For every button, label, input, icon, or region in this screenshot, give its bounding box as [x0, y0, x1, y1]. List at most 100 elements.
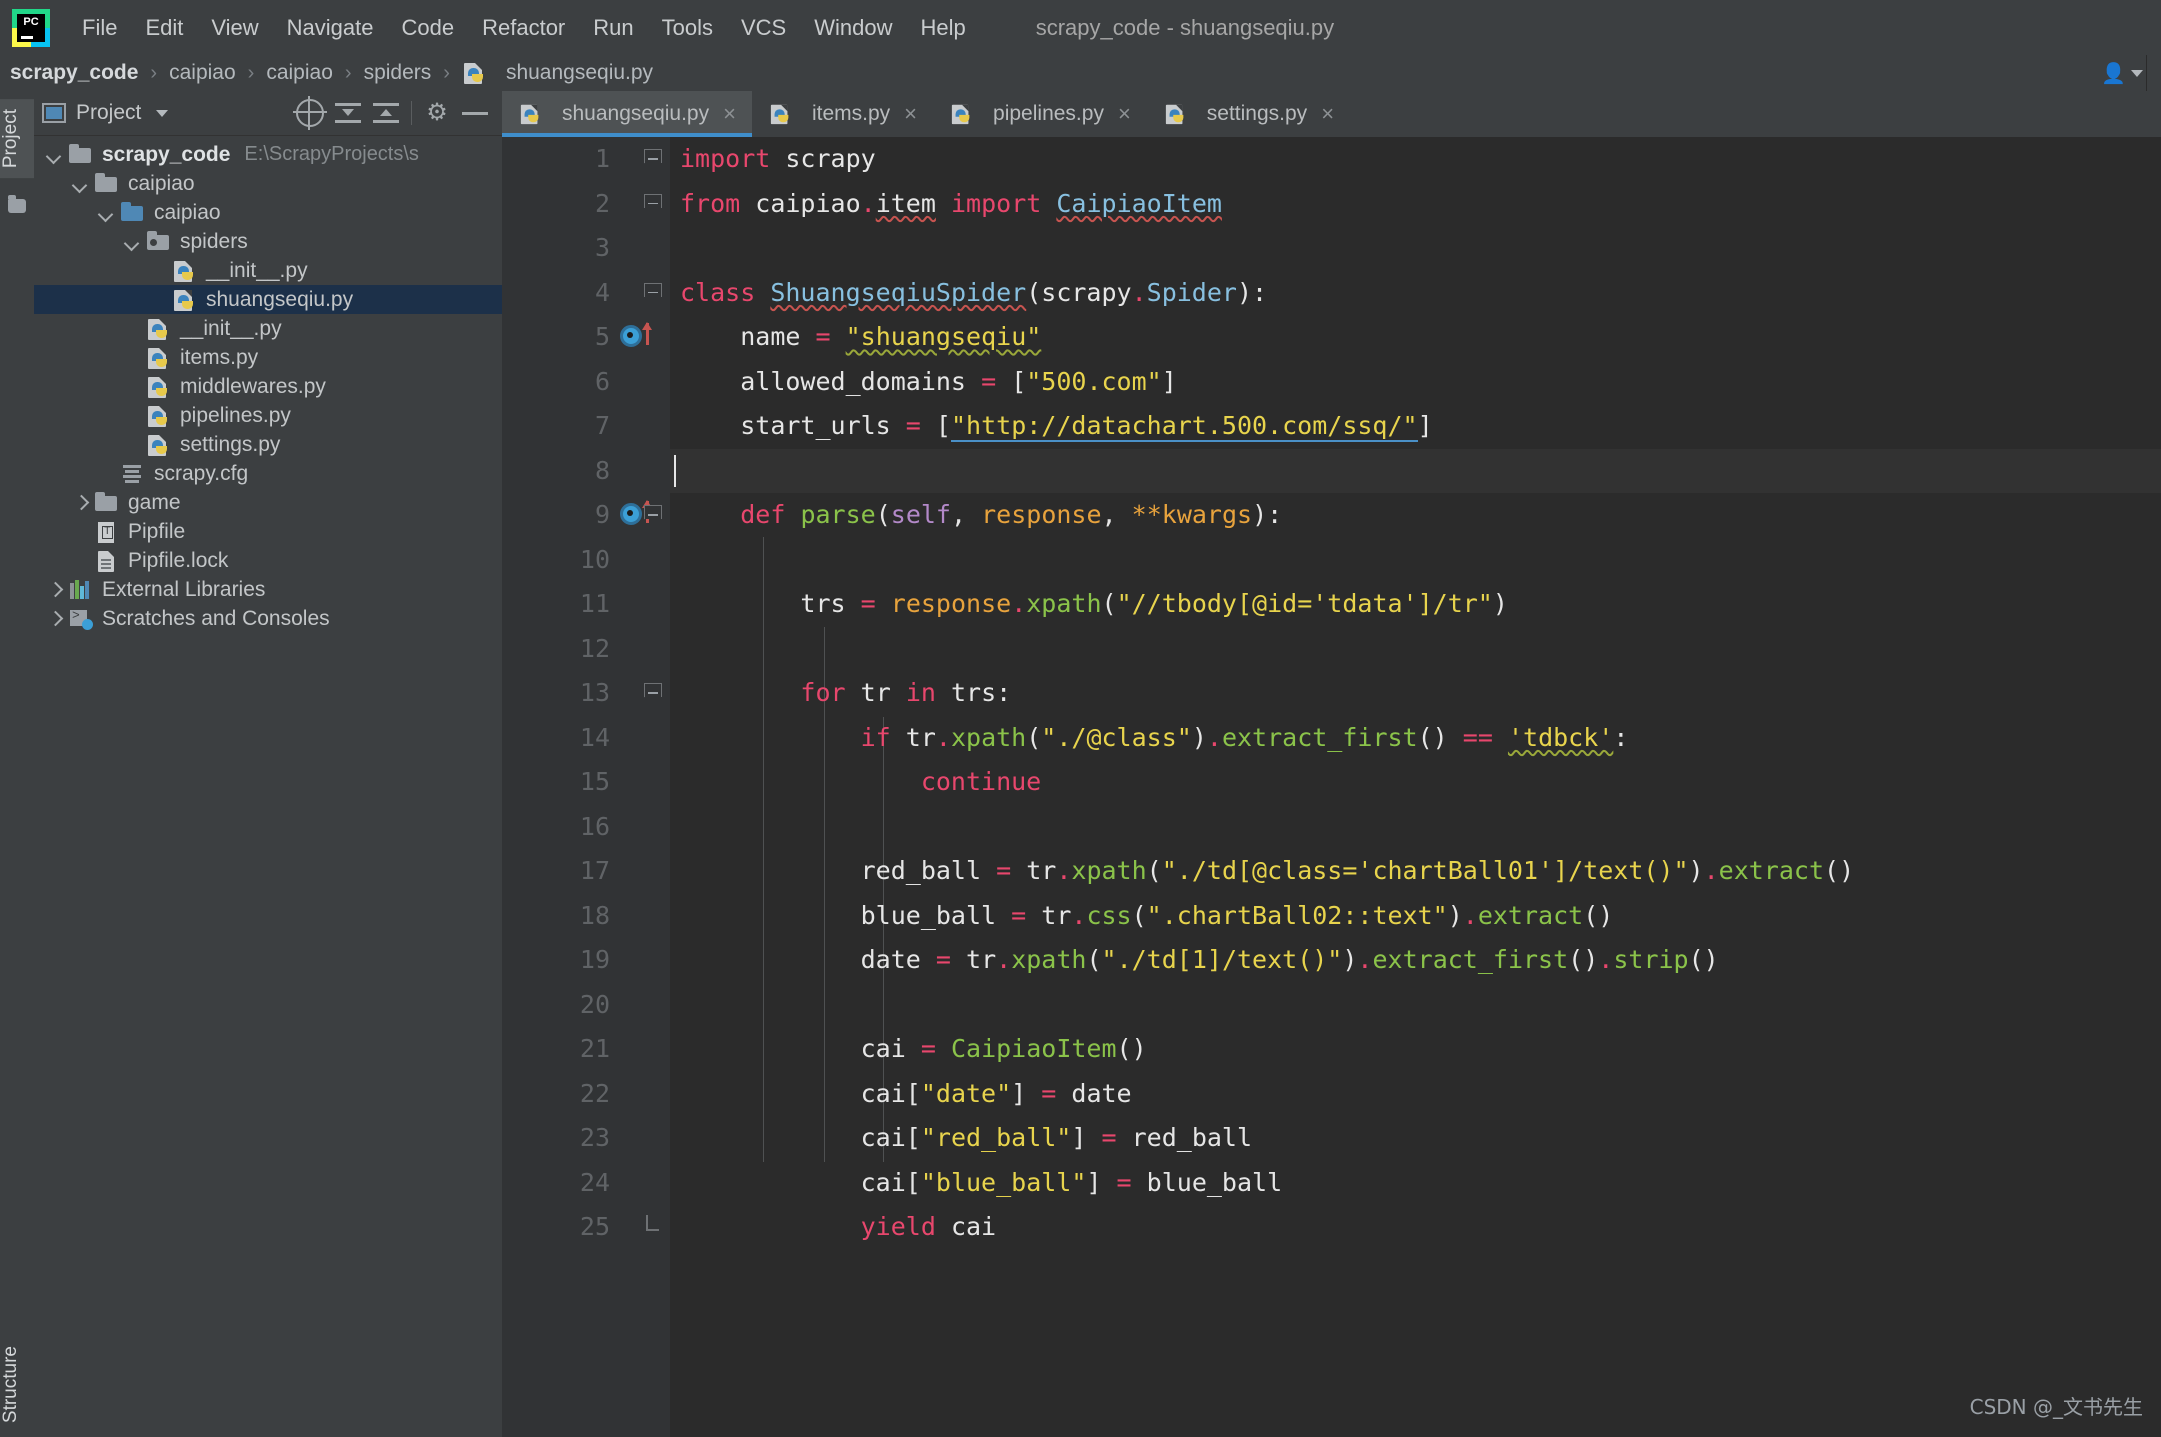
breadcrumb-item-caipiao-1[interactable]: caipiao — [169, 61, 236, 85]
run-gutter-icon[interactable] — [620, 325, 642, 347]
menu-run[interactable]: Run — [579, 11, 647, 45]
tree-item[interactable]: shuangseqiu.py — [34, 285, 502, 314]
close-icon[interactable]: × — [1118, 101, 1131, 127]
tree-item[interactable]: settings.py — [34, 430, 502, 459]
tree-item[interactable]: spiders — [34, 227, 502, 256]
tree-item[interactable]: __init__.py — [34, 314, 502, 343]
breadcrumb-item-file[interactable]: shuangseqiu.py — [462, 61, 653, 85]
menu-tools[interactable]: Tools — [648, 11, 727, 45]
code-line[interactable]: 1 import scrapy — [502, 137, 2161, 182]
menu-refactor[interactable]: Refactor — [468, 11, 579, 45]
code-line[interactable]: 21 cai = CaipiaoItem() — [502, 1027, 2161, 1072]
editor-tab[interactable]: settings.py × — [1147, 91, 1350, 137]
code-editor[interactable]: 1 import scrapy 2 from caipiao.item import … — [502, 137, 2161, 1437]
tree-item[interactable]: scrapy.cfg — [34, 459, 502, 488]
code-line[interactable]: 14 if tr.xpath("./@class").extract_first… — [502, 716, 2161, 761]
gutter-marks — [616, 404, 676, 449]
fold-region-icon[interactable] — [644, 149, 662, 163]
breadcrumb-item-caipiao-2[interactable]: caipiao — [266, 61, 333, 85]
editor-tab[interactable]: pipelines.py × — [933, 91, 1147, 137]
code-line[interactable]: 25 yield cai — [502, 1205, 2161, 1250]
tree-item[interactable]: caipiao — [34, 169, 502, 198]
user-account-icon[interactable]: 👤 — [2101, 61, 2143, 86]
code-line[interactable]: 4 class ShuangseqiuSpider(scrapy.Spider): — [502, 271, 2161, 316]
code-line[interactable]: 8 — [502, 448, 2161, 494]
gutter-marks — [616, 716, 676, 761]
menu-vcs[interactable]: VCS — [727, 11, 800, 45]
code-line[interactable]: 2 from caipiao.item import CaipiaoItem — [502, 182, 2161, 227]
code-line[interactable]: 20 — [502, 983, 2161, 1028]
menu-view[interactable]: View — [197, 11, 272, 45]
breadcrumb-file-label: shuangseqiu.py — [505, 61, 654, 84]
code-line[interactable]: 23 cai["red_ball"] = red_ball — [502, 1116, 2161, 1161]
code-line[interactable]: 7 start_urls = ["http://datachart.500.co… — [502, 404, 2161, 449]
tree-twisty-down-icon[interactable] — [70, 173, 92, 195]
code-line[interactable]: 13 for tr in trs: — [502, 671, 2161, 716]
breadcrumb-separator-icon: › — [150, 61, 158, 84]
tree-twisty-right-icon[interactable] — [70, 492, 92, 514]
tool-tab-structure[interactable]: Structure — [0, 1336, 34, 1433]
editor-tab[interactable]: shuangseqiu.py × — [502, 91, 752, 137]
tree-item[interactable]: External Libraries — [34, 575, 502, 604]
tree-item[interactable]: pipelines.py — [34, 401, 502, 430]
code-line[interactable]: 9 def parse(self, response, **kwargs): — [502, 493, 2161, 538]
locate-file-button[interactable] — [291, 95, 329, 131]
fold-region-icon[interactable] — [644, 193, 662, 208]
tree-twisty-down-icon[interactable] — [96, 202, 118, 224]
close-icon[interactable]: × — [1321, 101, 1334, 127]
tree-item[interactable]: Scratches and Consoles — [34, 604, 502, 633]
menu-file[interactable]: File — [68, 11, 131, 45]
code-line[interactable]: 6 allowed_domains = ["500.com"] — [502, 360, 2161, 405]
menu-edit[interactable]: Edit — [131, 11, 197, 45]
tree-twisty-down-icon[interactable] — [122, 231, 144, 253]
close-icon[interactable]: × — [904, 101, 917, 127]
tool-tab-project[interactable]: Project — [0, 99, 34, 179]
tree-item[interactable]: items.py — [34, 343, 502, 372]
tree-item[interactable]: Pipfile — [34, 517, 502, 546]
collapse-all-button[interactable] — [367, 95, 405, 131]
tree-twisty-down-icon[interactable] — [44, 144, 66, 166]
fold-region-icon[interactable] — [644, 683, 662, 697]
expand-all-button[interactable] — [329, 95, 367, 131]
chevron-down-icon[interactable] — [156, 109, 169, 117]
tree-twisty-right-icon[interactable] — [44, 608, 66, 630]
tree-item[interactable]: middlewares.py — [34, 372, 502, 401]
tree-item[interactable]: Pipfile.lock — [34, 546, 502, 575]
code-line[interactable]: 22 cai["date"] = date — [502, 1072, 2161, 1117]
run-gutter-icon[interactable] — [620, 503, 642, 525]
tree-item[interactable]: __init__.py — [34, 256, 502, 285]
code-line[interactable]: 19 date = tr.xpath("./td[1]/text()").ext… — [502, 938, 2161, 983]
code-line[interactable]: 15 continue — [502, 760, 2161, 805]
fold-region-icon[interactable] — [644, 505, 662, 519]
fold-region-end-icon[interactable] — [646, 1215, 662, 1235]
menu-window[interactable]: Window — [800, 11, 906, 45]
gutter-marks — [616, 760, 676, 805]
code-line[interactable]: 18 blue_ball = tr.css(".chartBall02::tex… — [502, 894, 2161, 939]
hide-panel-button[interactable] — [456, 95, 494, 131]
code-line[interactable]: 12 — [502, 627, 2161, 672]
breadcrumb-item-project[interactable]: scrapy_code — [10, 61, 138, 85]
code-line[interactable]: 11 trs = response.xpath("//tbody[@id='td… — [502, 582, 2161, 627]
code-line[interactable]: 16 — [502, 805, 2161, 850]
settings-button[interactable]: ⚙ — [418, 95, 456, 131]
code-line[interactable]: 24 cai["blue_ball"] = blue_ball — [502, 1161, 2161, 1206]
tree-item[interactable]: scrapy_code E:\ScrapyProjects\s — [34, 140, 502, 169]
project-title-group[interactable]: Project — [42, 101, 169, 125]
menu-code[interactable]: Code — [388, 11, 469, 45]
fold-region-icon[interactable] — [644, 282, 662, 297]
tree-item-label: scrapy.cfg — [154, 461, 249, 485]
close-icon[interactable]: × — [723, 101, 736, 127]
code-line[interactable]: 17 red_ball = tr.xpath("./td[@class='cha… — [502, 849, 2161, 894]
gutter-marks — [616, 849, 676, 894]
code-line[interactable]: 5 name = "shuangseqiu" — [502, 315, 2161, 360]
menu-help[interactable]: Help — [906, 11, 979, 45]
code-line[interactable]: 10 — [502, 538, 2161, 583]
menu-navigate[interactable]: Navigate — [273, 11, 388, 45]
tree-twisty-right-icon[interactable] — [44, 579, 66, 601]
tree-item[interactable]: caipiao — [34, 198, 502, 227]
project-tree[interactable]: scrapy_code E:\ScrapyProjects\s caipiao cai… — [34, 136, 502, 1437]
editor-tab[interactable]: items.py × — [752, 91, 933, 137]
tree-item[interactable]: game — [34, 488, 502, 517]
code-line[interactable]: 3 — [502, 226, 2161, 271]
breadcrumb-item-spiders[interactable]: spiders — [364, 61, 432, 85]
